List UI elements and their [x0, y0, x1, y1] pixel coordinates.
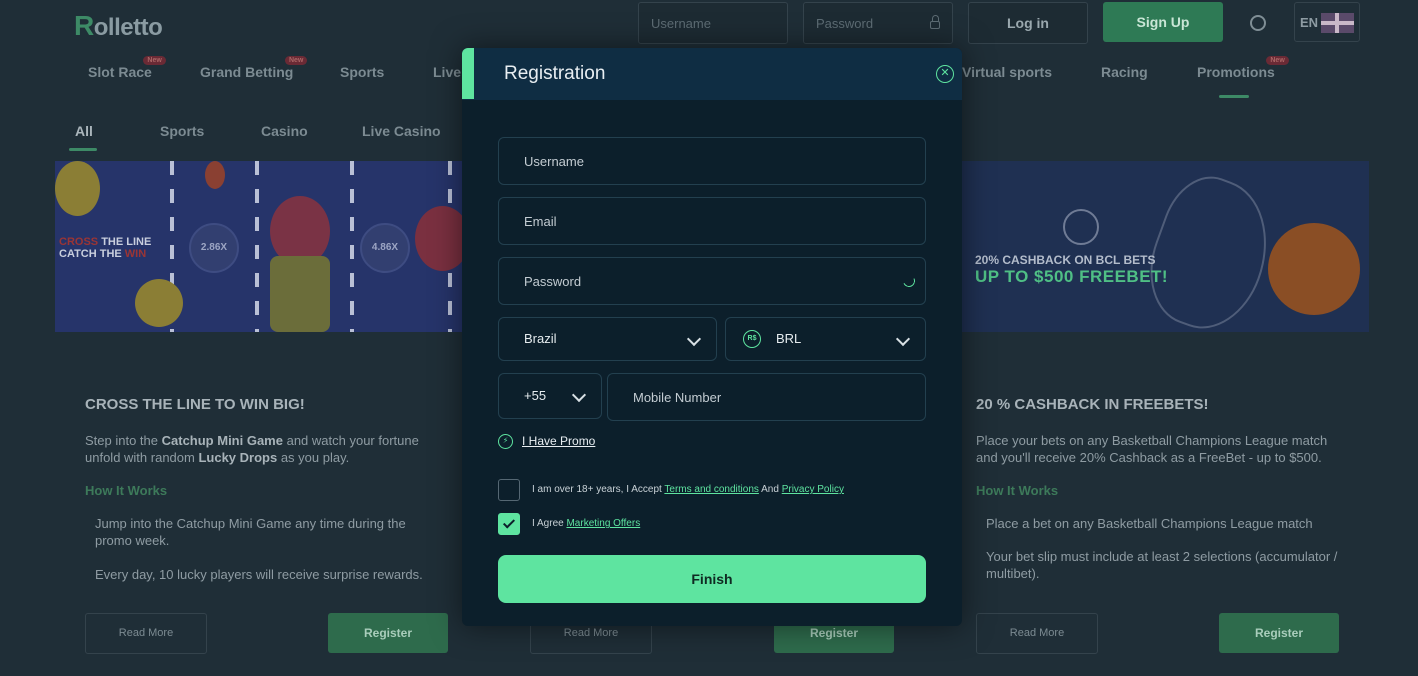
promo-banner-catchup[interactable]: 2.86X 4.86X CROSS THE LINE CATCH THE WIN [55, 161, 475, 332]
modal-accent-bar [462, 48, 474, 99]
modal-header: Registration ✕ [462, 48, 962, 100]
subnav-sports[interactable]: Sports [160, 123, 204, 139]
check-icon [502, 516, 516, 529]
cone-image [205, 161, 225, 189]
modal-title: Registration [504, 63, 606, 84]
subnav-all[interactable]: All [75, 123, 93, 139]
marketing-offers-link[interactable]: Marketing Offers [566, 518, 640, 529]
chevron-down-icon [571, 387, 587, 403]
road-line [350, 161, 354, 332]
new-badge: New [143, 56, 166, 65]
how-it-works-heading: How It Works [976, 483, 1059, 498]
nav-live[interactable]: Live [433, 64, 461, 80]
lock-icon [930, 15, 940, 29]
signup-button[interactable]: Sign Up [1103, 2, 1223, 42]
card-title: CROSS THE LINE TO WIN BIG! [85, 396, 305, 413]
register-button[interactable]: Register [328, 613, 448, 653]
card-description: Step into the Catchup Mini Game and watc… [85, 433, 419, 465]
terms-link[interactable]: Terms and conditions [664, 484, 759, 495]
coin-image [55, 161, 100, 216]
dial-code-select[interactable]: +55 [498, 373, 602, 419]
basketball-image [1268, 223, 1360, 315]
read-more-button[interactable]: Read More [976, 613, 1098, 654]
banner-headline: UP TO $500 FREEBET! [975, 267, 1169, 286]
promo-icon: ⚡ [498, 434, 513, 449]
username-input[interactable] [498, 137, 926, 185]
nav-virtual-sports[interactable]: Virtual sports [962, 64, 1052, 80]
nav-racing[interactable]: Racing [1101, 64, 1148, 80]
brl-currency-icon: R$ [743, 330, 761, 348]
chevron-down-icon [895, 331, 911, 347]
car-image [270, 256, 330, 332]
nav-slot-race[interactable]: Slot Race New [88, 56, 166, 80]
card-description: Place your bets on any Basketball Champi… [976, 433, 1328, 465]
login-button[interactable]: Log in [968, 2, 1088, 44]
basketball-net-image [1132, 164, 1288, 332]
uk-flag-icon [1321, 13, 1354, 33]
language-selector[interactable]: EN [1294, 2, 1360, 42]
logo[interactable]: Rolletto [74, 10, 163, 42]
multiplier-chip: 2.86X [189, 223, 239, 273]
privacy-policy-link[interactable]: Privacy Policy [782, 484, 844, 495]
new-badge: New [284, 56, 308, 65]
registration-modal: Registration ✕ Brazil R$ BRL +55 ⚡ I Hav… [462, 48, 962, 626]
finish-button[interactable]: Finish [498, 555, 926, 603]
card-title: 20 % CASHBACK IN FREEBETS! [976, 396, 1209, 413]
header-username-input[interactable]: Username [638, 2, 788, 44]
multiplier-chip: 4.86X [360, 223, 410, 273]
coin-image [135, 279, 183, 327]
read-more-button[interactable]: Read More [85, 613, 207, 654]
theme-toggle-icon[interactable] [1250, 15, 1266, 31]
nav-sports[interactable]: Sports [340, 64, 384, 80]
card-step: Place a bet on any Basketball Champions … [986, 516, 1313, 531]
header-password-input[interactable]: Password [803, 2, 953, 44]
road-line [255, 161, 259, 332]
currency-select[interactable]: R$ BRL [725, 317, 926, 361]
password-input[interactable] [498, 257, 926, 305]
nav-promotions[interactable]: Promotions New [1197, 56, 1289, 80]
subnav-casino[interactable]: Casino [261, 123, 308, 139]
marketing-label: I Agree Marketing Offers [532, 518, 641, 529]
close-icon[interactable]: ✕ [936, 65, 954, 83]
banner-headline: CROSS THE LINE CATCH THE WIN [59, 236, 152, 260]
have-promo-link[interactable]: I Have Promo [522, 434, 595, 448]
card-step: Every day, 10 lucky players will receive… [95, 567, 423, 582]
new-badge: New [1266, 56, 1289, 65]
marketing-checkbox[interactable] [498, 513, 520, 535]
nav-grand-betting[interactable]: Grand Betting New [200, 56, 308, 80]
how-it-works-heading: How It Works [85, 483, 168, 498]
banner-subheadline: 20% CASHBACK ON BCL BETS [975, 253, 1156, 267]
bcl-logo-icon [1063, 209, 1099, 245]
email-input[interactable] [498, 197, 926, 245]
age-terms-checkbox[interactable] [498, 479, 520, 501]
promo-banner-bcl[interactable]: 20% CASHBACK ON BCL BETS UP TO $500 FREE… [960, 161, 1369, 332]
card-step: Your bet slip must include at least 2 se… [986, 549, 1338, 581]
active-nav-indicator [1219, 95, 1249, 98]
subnav-live-casino[interactable]: Live Casino [362, 123, 441, 139]
active-subnav-indicator [69, 148, 97, 151]
register-button[interactable]: Register [1219, 613, 1339, 653]
age-terms-label: I am over 18+ years, I Accept Terms and … [532, 484, 844, 495]
chevron-down-icon [686, 331, 702, 347]
card-step: Jump into the Catchup Mini Game any time… [95, 516, 406, 548]
country-select[interactable]: Brazil [498, 317, 717, 361]
mobile-number-input[interactable] [607, 373, 926, 421]
